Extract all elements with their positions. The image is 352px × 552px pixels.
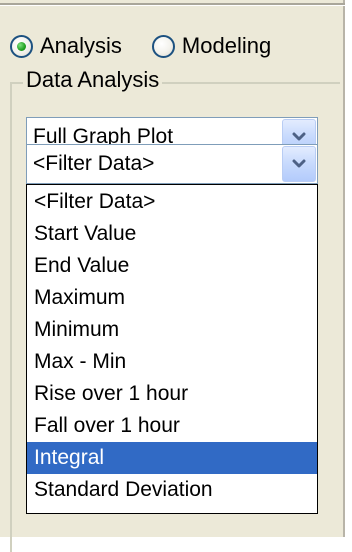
radio-selected-icon[interactable] [10,34,33,58]
radio-analysis[interactable]: Analysis [10,33,122,58]
dropdown-item-max-min[interactable]: Max - Min [27,346,317,378]
dropdown-item-start-value[interactable]: Start Value [27,218,317,250]
filter-data-value: <Filter Data> [33,152,155,175]
radio-analysis-label: Analysis [40,33,122,58]
dropdown-item-minimum[interactable]: Minimum [27,314,317,346]
dropdown-item-standard-deviation[interactable]: Standard Deviation [27,474,317,506]
filter-data-dropdown-button[interactable] [282,146,316,182]
dropdown-item-rise-over-1-hour[interactable]: Rise over 1 hour [27,378,317,410]
data-analysis-legend: Data Analysis [23,67,163,93]
filter-data-dropdown-list: <Filter Data> Start Value End Value Maxi… [26,184,318,514]
radio-modeling[interactable]: Modeling [151,33,272,58]
control-panel: Analysis Modeling Data Analysis Full Gra… [0,0,345,552]
top-divider [0,3,345,6]
chevron-down-icon [292,132,306,141]
radio-dot-icon [17,41,26,51]
mode-radio-group: Analysis Modeling [10,26,301,66]
radio-unselected-icon[interactable] [151,34,175,58]
dropdown-item-maximum[interactable]: Maximum [27,282,317,314]
radio-modeling-label: Modeling [181,33,272,58]
chevron-down-icon [292,159,306,168]
dropdown-item-end-value[interactable]: End Value [27,250,317,282]
dropdown-item-filter-data[interactable]: <Filter Data> [27,186,317,218]
window: Analysis Modeling Data Analysis Full Gra… [0,0,352,552]
filter-data-select[interactable]: <Filter Data> [26,144,318,184]
dropdown-item-fall-over-1-hour[interactable]: Fall over 1 hour [27,410,317,442]
dropdown-item-integral[interactable]: Integral [27,442,317,474]
